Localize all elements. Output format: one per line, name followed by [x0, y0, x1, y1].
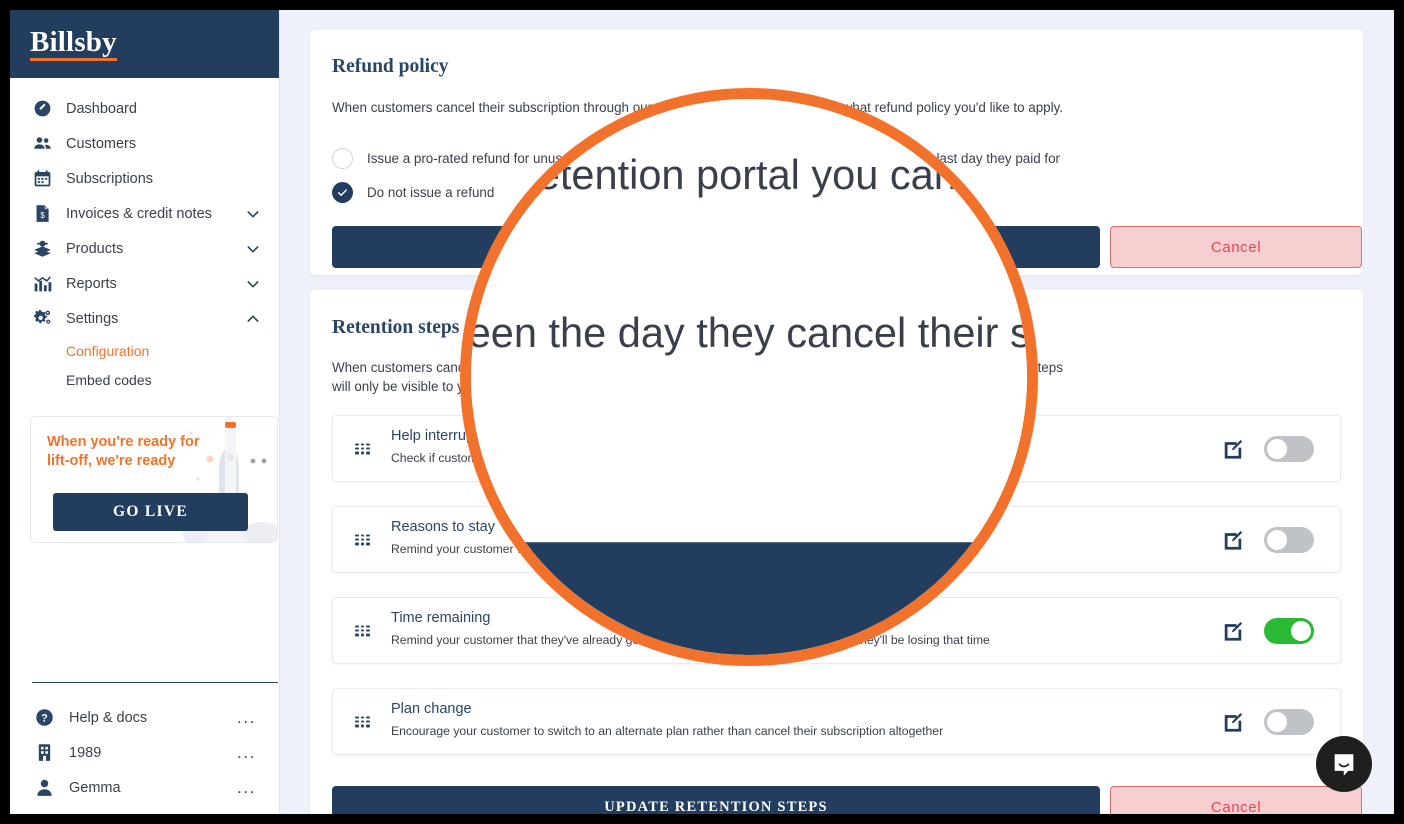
sidebar-item-label: Invoices & credit notes	[66, 205, 212, 222]
retention-steps-title: Retention steps	[332, 317, 460, 338]
update-retention-steps-button[interactable]: UPDATE RETENTION STEPS	[332, 786, 1100, 814]
reports-icon	[32, 273, 53, 294]
products-icon	[32, 238, 53, 259]
promo-text: When you're ready for lift-off, we're re…	[47, 434, 200, 469]
edit-icon[interactable]	[1222, 620, 1244, 642]
mag-refund-policy-card: Refund policy When customers cancel thei…	[467, 99, 1036, 655]
mag-refund-option-prorated: Issue a pro-rated refund for unused time…	[467, 301, 1031, 366]
brand-header: Billsby	[10, 10, 279, 78]
drag-handle-icon[interactable]	[355, 534, 370, 545]
sidebar-item-label: Subscriptions	[66, 170, 154, 187]
svg-text:$: $	[40, 211, 45, 220]
sidebar-item-label: Dashboard	[66, 100, 137, 117]
step-toggle[interactable]	[1264, 526, 1314, 553]
customers-icon	[32, 133, 53, 154]
sidebar-item-company[interactable]: 1989 ...	[10, 735, 280, 770]
sidebar-item-invoices[interactable]: $ Invoices & credit notes	[10, 196, 279, 231]
calendar-icon	[32, 168, 53, 189]
chevron-down-icon[interactable]	[245, 241, 261, 257]
radio-unselected-icon[interactable]	[332, 148, 353, 169]
edit-icon[interactable]	[1222, 711, 1244, 733]
bottom-item-label: Gemma	[69, 779, 121, 796]
dashboard-icon	[32, 98, 53, 119]
retention-step-row[interactable]: Plan change Encourage your customer to s…	[332, 688, 1341, 755]
mag-refund-option-label: Issue a pro-rated refund for unused time…	[467, 309, 1031, 357]
company-icon	[34, 742, 55, 763]
drag-handle-icon[interactable]	[355, 625, 370, 636]
sidebar-item-user[interactable]: Gemma ...	[10, 770, 280, 805]
sidebar-item-label: Customers	[66, 135, 137, 152]
refund-policy-title: Refund policy	[332, 56, 449, 77]
step-title: Plan change	[391, 701, 472, 717]
overflow-menu-icon[interactable]: ...	[237, 744, 256, 761]
drag-handle-icon[interactable]	[355, 443, 370, 454]
refund-option-no-refund[interactable]: Do not issue a refund	[332, 182, 494, 203]
sidebar-item-label: Settings	[66, 310, 119, 327]
step-toggle[interactable]	[1264, 708, 1314, 735]
user-icon	[34, 777, 55, 798]
overflow-menu-icon[interactable]: ...	[237, 709, 256, 726]
go-live-button[interactable]: GO LIVE	[53, 493, 248, 531]
mag-refund-policy-description: When customers cancel their subscription…	[471, 151, 1036, 199]
mag-update-refund-policy-button	[471, 542, 1027, 655]
go-live-promo-card: When you're ready for lift-off, we're re…	[30, 416, 278, 543]
overflow-menu-icon[interactable]: ...	[237, 779, 256, 796]
sidebar-item-subscriptions[interactable]: Subscriptions	[10, 161, 279, 196]
bottom-item-label: 1989	[69, 744, 102, 761]
step-toggle[interactable]	[1264, 435, 1314, 462]
radio-selected-icon[interactable]	[332, 182, 353, 203]
sidebar-item-dashboard[interactable]: Dashboard	[10, 91, 279, 126]
subitem-label: Embed codes	[66, 371, 152, 388]
bottom-item-label: Help & docs	[69, 709, 148, 726]
sidebar-subitem-embed-codes[interactable]: Embed codes	[10, 365, 279, 394]
retention-cancel-button[interactable]: Cancel	[1110, 786, 1362, 814]
sidebar-subitem-configuration[interactable]: Configuration	[10, 336, 279, 365]
chevron-down-icon[interactable]	[245, 276, 261, 292]
invoice-icon: $	[32, 203, 53, 224]
chevron-up-icon[interactable]	[245, 311, 261, 327]
sidebar-item-label: Reports	[66, 275, 117, 292]
sidebar-nav: Dashboard Customers Subscriptions $ Invo…	[10, 78, 279, 394]
logo-billsby[interactable]: Billsby	[30, 26, 117, 62]
svg-text:?: ?	[41, 713, 48, 725]
subitem-label: Configuration	[66, 342, 150, 359]
chat-bubble-icon	[1334, 754, 1354, 776]
app-screen: Billsby Dashboard Customers Subscription	[10, 10, 1394, 814]
sidebar-item-customers[interactable]: Customers	[10, 126, 279, 161]
help-icon: ?	[34, 707, 55, 728]
drag-handle-icon[interactable]	[355, 716, 370, 727]
sidebar-divider	[32, 682, 278, 683]
edit-icon[interactable]	[1222, 529, 1244, 551]
edit-icon[interactable]	[1222, 438, 1244, 460]
magnifier-lens: Refund policy When customers cancel thei…	[460, 88, 1038, 666]
chevron-down-icon[interactable]	[245, 206, 261, 222]
magnifier-content: Refund policy When customers cancel thei…	[467, 99, 1036, 655]
sidebar-item-products[interactable]: Products	[10, 231, 279, 266]
step-toggle[interactable]	[1264, 617, 1314, 644]
sidebar-item-label: Products	[66, 240, 124, 257]
sidebar-item-reports[interactable]: Reports	[10, 266, 279, 301]
sidebar: Billsby Dashboard Customers Subscription	[10, 10, 280, 814]
step-description: Encourage your customer to switch to an …	[391, 724, 944, 738]
sidebar-bottom-nav: ? Help & docs ... 1989 ... Gemma ...	[10, 700, 280, 805]
sidebar-item-help-docs[interactable]: ? Help & docs ...	[10, 700, 280, 735]
chat-widget-button[interactable]	[1316, 736, 1372, 792]
sidebar-item-settings[interactable]: Settings	[10, 301, 279, 336]
refund-cancel-button[interactable]: Cancel	[1110, 226, 1362, 268]
gear-icon	[32, 308, 53, 329]
